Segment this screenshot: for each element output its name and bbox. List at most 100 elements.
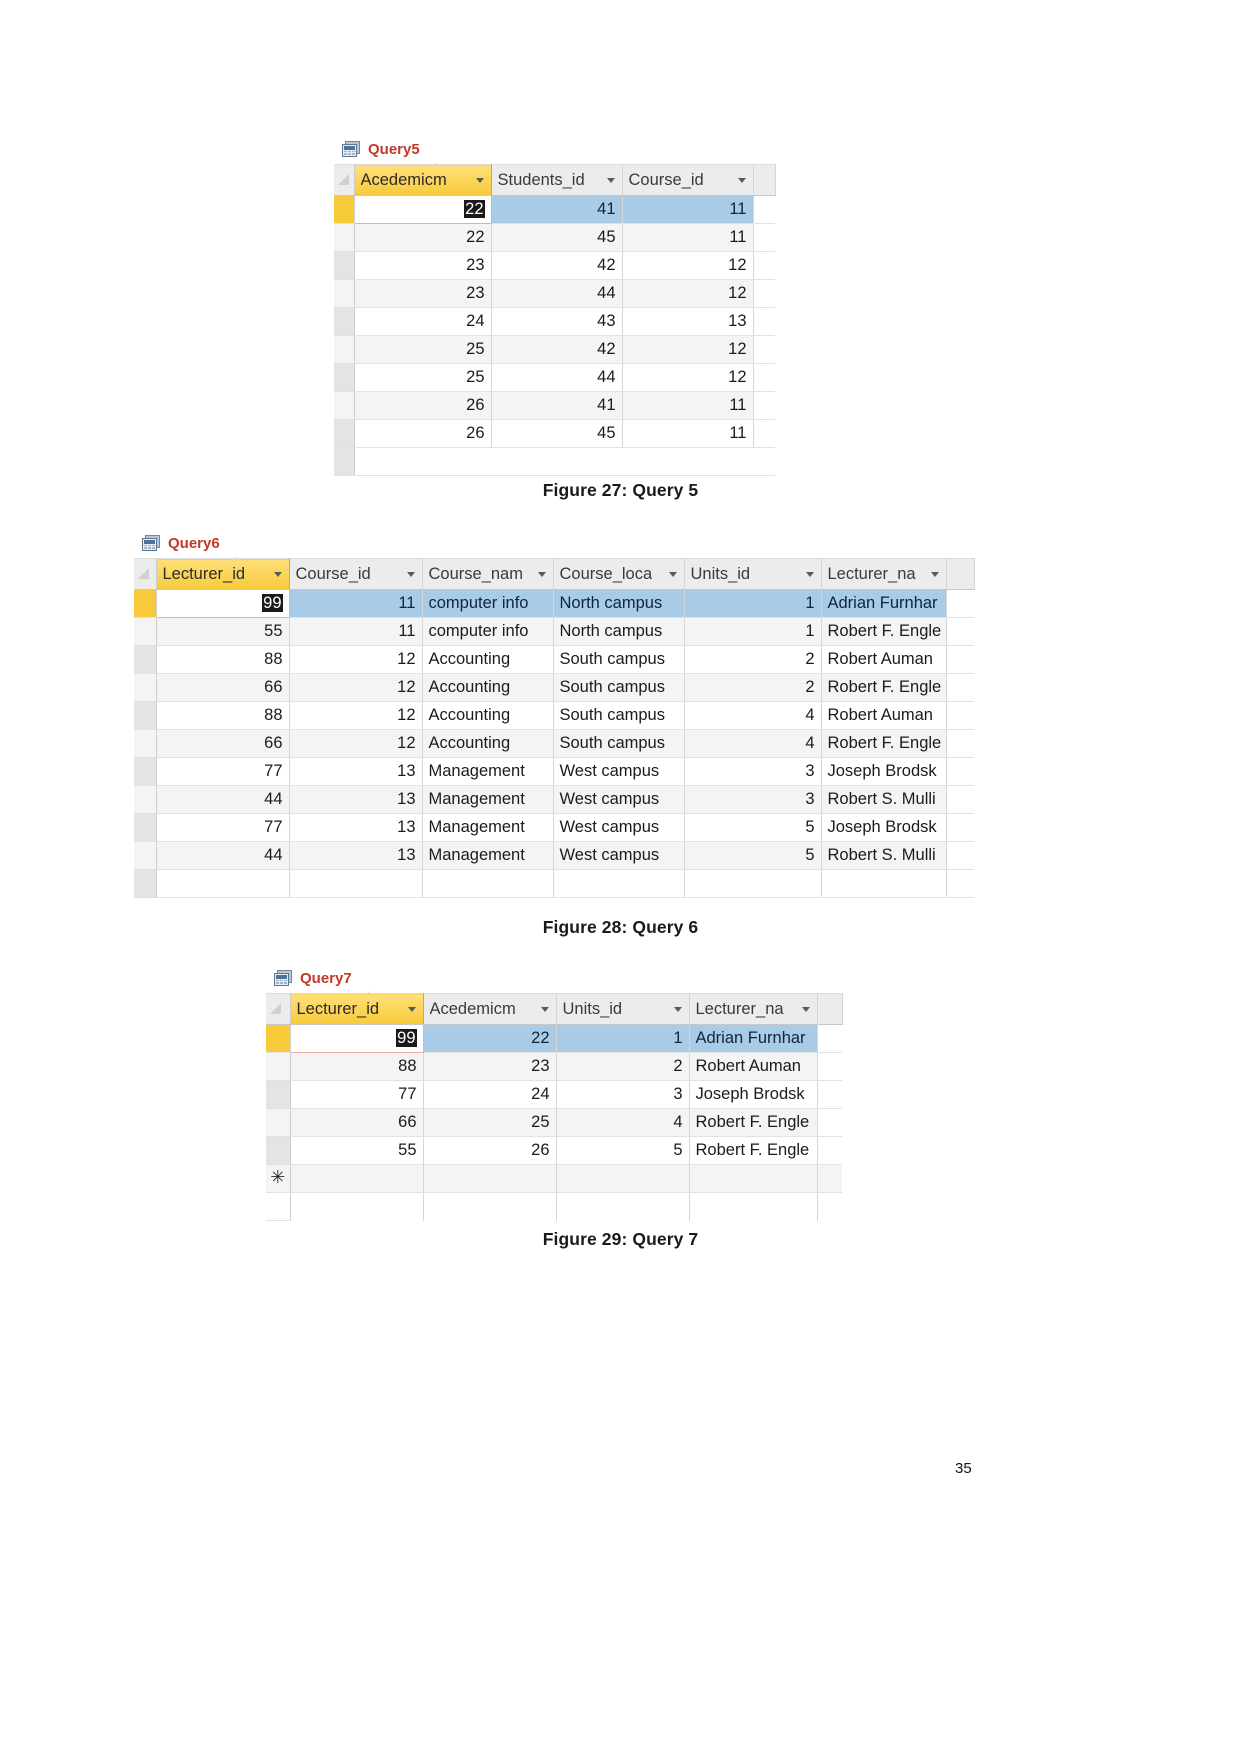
chevron-down-icon[interactable] bbox=[673, 1007, 682, 1012]
table-row[interactable]: 26 41 11 bbox=[334, 391, 775, 420]
record-selector[interactable] bbox=[134, 869, 157, 898]
cell-units-id[interactable]: 1 bbox=[684, 617, 822, 646]
cell-course-location[interactable]: South campus bbox=[553, 645, 685, 674]
cell-course-name[interactable]: computer info bbox=[422, 617, 554, 646]
cell-course-id[interactable]: 12 bbox=[289, 673, 423, 702]
record-selector[interactable] bbox=[334, 223, 355, 252]
chevron-down-icon[interactable] bbox=[801, 1007, 810, 1012]
cell-course-name[interactable]: Accounting bbox=[422, 729, 554, 758]
cell-lecturer-name[interactable]: Robert F. Engle bbox=[689, 1108, 818, 1137]
chevron-down-icon[interactable] bbox=[407, 1007, 416, 1012]
cell-lecturer-id[interactable]: 77 bbox=[290, 1080, 424, 1109]
cell-lecturer-name[interactable]: Robert F. Engle bbox=[821, 729, 947, 758]
cell-course-location[interactable]: South campus bbox=[553, 729, 685, 758]
cell-lecturer-name[interactable]: Robert F. Engle bbox=[689, 1136, 818, 1165]
cell-course-name[interactable]: Management bbox=[422, 813, 554, 842]
cell-units-id[interactable]: 5 bbox=[556, 1136, 690, 1165]
cell-units-id[interactable]: 4 bbox=[684, 701, 822, 730]
column-header-lecturer-id[interactable]: Lecturer_id bbox=[156, 558, 290, 590]
cell-lecturer-id[interactable]: 77 bbox=[156, 813, 290, 842]
cell-lecturer-name[interactable]: Robert F. Engle bbox=[821, 673, 947, 702]
record-selector[interactable] bbox=[334, 335, 355, 364]
cell-empty[interactable] bbox=[689, 1164, 818, 1193]
cell-course-id[interactable]: 11 bbox=[622, 391, 754, 420]
cell-acedemicm[interactable]: 25 bbox=[354, 363, 492, 392]
cell-lecturer-name[interactable]: Robert F. Engle bbox=[821, 617, 947, 646]
column-header-students-id[interactable]: Students_id bbox=[491, 164, 623, 196]
cell-course-location[interactable]: West campus bbox=[553, 785, 685, 814]
cell-course-id[interactable]: 12 bbox=[622, 335, 754, 364]
chevron-down-icon[interactable] bbox=[273, 572, 282, 577]
chevron-down-icon[interactable] bbox=[406, 572, 415, 577]
column-header-course-id[interactable]: Course_id bbox=[622, 164, 754, 196]
cell-course-name[interactable]: Management bbox=[422, 757, 554, 786]
table-row[interactable]: 66 12 Accounting South campus 2 Robert F… bbox=[134, 673, 974, 702]
column-header-course-location[interactable]: Course_loca bbox=[553, 558, 685, 590]
query7-document-tab[interactable]: Query7 bbox=[266, 963, 381, 993]
column-header-lecturer-name[interactable]: Lecturer_na bbox=[689, 993, 818, 1025]
record-selector[interactable] bbox=[134, 701, 157, 730]
cell-units-id[interactable]: 2 bbox=[684, 673, 822, 702]
record-selector[interactable] bbox=[334, 419, 355, 448]
cell-course-id[interactable]: 12 bbox=[289, 729, 423, 758]
select-all-corner[interactable] bbox=[266, 993, 291, 1025]
cell-acedemicm[interactable]: 23 bbox=[354, 279, 492, 308]
record-selector[interactable] bbox=[266, 1108, 291, 1137]
cell-lecturer-name[interactable]: Adrian Furnhar bbox=[689, 1024, 818, 1053]
record-selector[interactable] bbox=[334, 363, 355, 392]
cell-course-id[interactable]: 11 bbox=[622, 195, 754, 224]
record-selector[interactable] bbox=[134, 785, 157, 814]
column-header-units-id[interactable]: Units_id bbox=[684, 558, 822, 590]
cell-course-location[interactable]: South campus bbox=[553, 701, 685, 730]
cell-lecturer-name[interactable]: Adrian Furnhar bbox=[821, 589, 947, 618]
cell-lecturer-id[interactable]: 88 bbox=[156, 701, 290, 730]
cell-acedemicm[interactable]: 26 bbox=[423, 1136, 557, 1165]
record-selector[interactable] bbox=[134, 841, 157, 870]
cell-course-id[interactable]: 11 bbox=[289, 589, 423, 618]
cell-empty[interactable] bbox=[423, 1164, 557, 1193]
cell-lecturer-id[interactable]: 55 bbox=[156, 617, 290, 646]
cell-acedemicm[interactable]: 25 bbox=[423, 1108, 557, 1137]
cell-course-location[interactable]: South campus bbox=[553, 673, 685, 702]
record-selector[interactable] bbox=[334, 447, 355, 476]
cell-units-id[interactable]: 2 bbox=[684, 645, 822, 674]
query5-grid[interactable]: Acedemicm Students_id Course_id 22 41 11… bbox=[334, 164, 776, 476]
cell-units-id[interactable]: 5 bbox=[684, 841, 822, 870]
record-selector[interactable] bbox=[134, 757, 157, 786]
cell-students-id[interactable]: 42 bbox=[491, 335, 623, 364]
cell-units-id[interactable]: 3 bbox=[684, 785, 822, 814]
cell-course-name[interactable]: computer info bbox=[422, 589, 554, 618]
cell-lecturer-id[interactable]: 66 bbox=[156, 729, 290, 758]
record-selector[interactable] bbox=[134, 729, 157, 758]
cell-lecturer-id[interactable]: 55 bbox=[290, 1136, 424, 1165]
cell-course-name[interactable]: Accounting bbox=[422, 645, 554, 674]
table-row[interactable]: 55 26 5 Robert F. Engle bbox=[266, 1136, 842, 1165]
cell-lecturer-id[interactable]: 77 bbox=[156, 757, 290, 786]
query6-datasheet[interactable]: Query6 Lecturer_id Course_id Course_nam bbox=[134, 528, 975, 898]
cell-lecturer-name[interactable]: Joseph Brodsk bbox=[821, 757, 947, 786]
table-row[interactable]: 23 42 12 bbox=[334, 251, 775, 280]
column-header-course-id[interactable]: Course_id bbox=[289, 558, 423, 590]
chevron-down-icon[interactable] bbox=[537, 572, 546, 577]
cell-lecturer-name[interactable]: Robert Auman bbox=[821, 645, 947, 674]
cell-acedemicm[interactable]: 26 bbox=[354, 419, 492, 448]
record-selector[interactable] bbox=[134, 589, 157, 618]
query7-grid[interactable]: Lecturer_id Acedemicm Units_id Lecturer_… bbox=[266, 993, 843, 1221]
new-record-selector[interactable]: ✳ bbox=[266, 1164, 291, 1193]
cell-empty[interactable] bbox=[556, 1164, 690, 1193]
record-selector[interactable] bbox=[134, 645, 157, 674]
table-row[interactable]: 24 43 13 bbox=[334, 307, 775, 336]
cell-acedemicm[interactable]: 24 bbox=[423, 1080, 557, 1109]
cell-acedemicm[interactable]: 22 bbox=[353, 195, 492, 224]
cell-students-id[interactable]: 41 bbox=[491, 391, 623, 420]
select-all-corner[interactable] bbox=[134, 558, 157, 590]
cell-units-id[interactable]: 3 bbox=[684, 757, 822, 786]
cell-lecturer-id[interactable]: 99 bbox=[155, 589, 290, 618]
table-row[interactable]: 77 24 3 Joseph Brodsk bbox=[266, 1080, 842, 1109]
cell-units-id[interactable]: 2 bbox=[556, 1052, 690, 1081]
record-selector[interactable] bbox=[266, 1052, 291, 1081]
column-header-units-id[interactable]: Units_id bbox=[556, 993, 690, 1025]
cell-students-id[interactable]: 44 bbox=[491, 279, 623, 308]
cell-course-id[interactable]: 12 bbox=[289, 645, 423, 674]
table-row[interactable]: 99 11 computer info North campus 1 Adria… bbox=[134, 589, 974, 618]
